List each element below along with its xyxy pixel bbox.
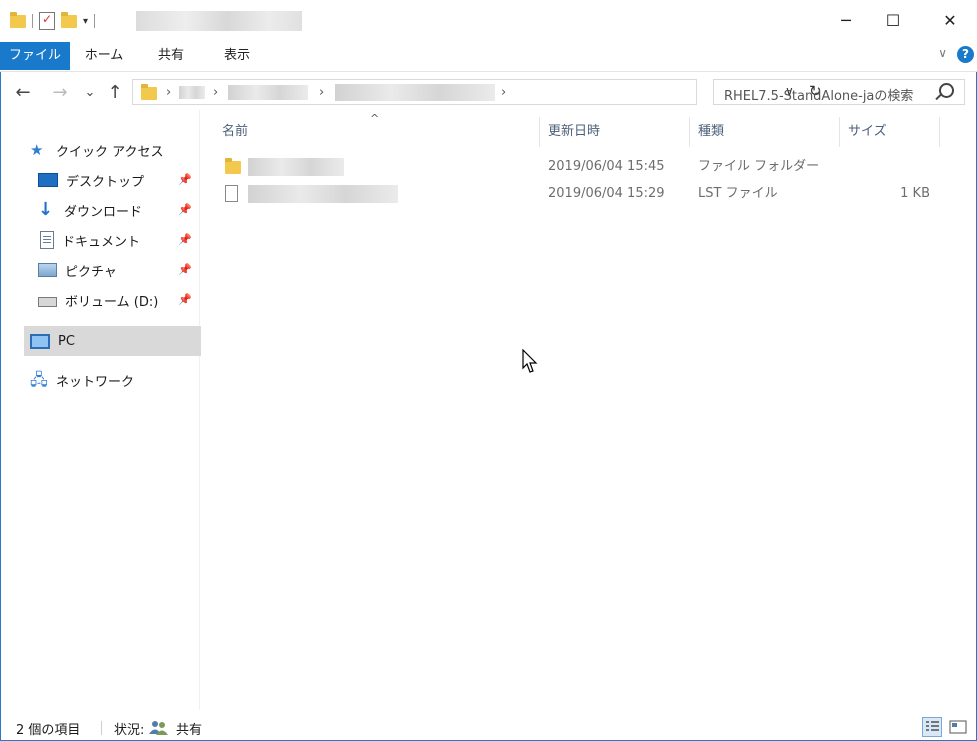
sidebar-item-label: PC [58,333,75,349]
file-size [848,154,930,180]
file-type: LST ファイル [698,186,778,201]
file-size: 1 KB [900,186,930,201]
properties-icon[interactable] [39,12,55,30]
sidebar-item-label: ピクチャ [65,264,117,280]
pin-icon[interactable]: 📌 [178,263,192,276]
column-divider[interactable] [939,117,940,147]
file-type: ファイル フォルダー [698,159,820,174]
table-row[interactable]: 2019/06/04 15:29 LST ファイル 1 KB [222,181,942,207]
details-view-icon[interactable] [922,717,942,737]
file-date: 2019/06/04 15:29 [548,186,665,201]
sidebar-item-volume-d[interactable]: ボリューム (D:) [38,287,158,313]
pin-icon[interactable]: 📌 [178,293,192,306]
sidebar-item-label: ダウンロード [64,204,143,220]
breadcrumb-redacted[interactable] [335,84,495,101]
sidebar-item-label: ボリューム (D:) [65,294,159,310]
close-button[interactable]: ✕ [927,0,973,40]
breadcrumb-chevron[interactable]: › [501,85,506,100]
tab-share[interactable]: 共有 [146,42,196,70]
column-header-date[interactable]: 更新日時 [548,117,600,147]
status-bar: 2 個の項目 状況: 共有 [0,714,977,741]
pc-icon [30,333,50,349]
status-label: 状況: [114,723,145,738]
search-input[interactable]: RHEL7.5-StandAlone-jaの検索 [724,85,913,104]
folder-icon[interactable] [10,11,26,28]
breadcrumb-chevron[interactable]: › [166,85,171,100]
sidebar-item-label: ネットワーク [56,374,135,390]
qat-divider [32,14,33,28]
tab-home[interactable]: ホーム [78,42,130,70]
sidebar-item-pictures[interactable]: ピクチャ [38,257,117,283]
star-icon: ★ [30,141,44,159]
back-button[interactable]: ← [12,80,34,106]
window-title-redacted [136,11,302,31]
new-folder-icon[interactable] [61,11,77,28]
search-box[interactable]: RHEL7.5-StandAlone-jaの検索 [713,79,965,105]
recent-locations-button[interactable]: ⌄ [83,80,97,106]
item-count: 2 個の項目 [16,723,81,738]
qat-divider [94,14,96,28]
column-header-size[interactable]: サイズ [848,117,887,147]
minimize-button[interactable]: ─ [823,0,869,40]
sidebar-item-desktop[interactable]: デスクトップ [38,167,144,193]
column-divider[interactable] [539,117,540,147]
download-icon: ↓ [38,199,54,220]
status-value: 共有 [176,723,203,738]
quick-access-toolbar: ▾ [10,10,96,32]
folder-icon [225,158,241,174]
breadcrumb-redacted[interactable] [179,86,205,99]
drive-icon [38,297,57,307]
folder-icon [141,84,157,100]
sidebar-item-quick-access[interactable]: ★ クイック アクセス [30,137,163,163]
column-divider[interactable] [839,117,840,147]
file-name-redacted [248,158,344,176]
file-name-redacted [248,185,398,203]
sidebar-item-label: ドキュメント [62,234,141,250]
network-icon: 🖧 [30,370,48,389]
pin-icon[interactable]: 📌 [178,233,192,246]
customize-qat-button[interactable]: ▾ [83,16,88,27]
title-bar: ▾ ─ ☐ ✕ [0,0,977,40]
column-header-name[interactable]: 名前 [222,117,248,147]
navigation-pane: ★ クイック アクセス デスクトップ 📌 ↓ ダウンロード 📌 ドキュメント 📌… [0,110,201,710]
address-bar[interactable]: › › › › ∨ ↻ [132,79,822,105]
column-divider[interactable] [689,117,690,147]
expand-ribbon-icon[interactable]: ∨ [938,46,947,60]
help-icon[interactable]: ? [957,46,974,63]
up-button[interactable]: ↑ [104,80,126,106]
pin-icon[interactable]: 📌 [178,173,192,186]
sidebar-item-pc[interactable]: PC [24,326,201,356]
tab-view[interactable]: 表示 [212,42,262,70]
file-icon [225,185,238,202]
table-row[interactable]: 2019/06/04 15:45 ファイル フォルダー [222,154,942,180]
mouse-cursor-icon [522,349,538,373]
sidebar-item-downloads[interactable]: ↓ ダウンロード [38,197,142,223]
sidebar-item-label: デスクトップ [66,174,145,190]
breadcrumb-redacted[interactable] [228,85,308,100]
ribbon: ファイル ホーム 共有 表示 ∨ ? [0,40,977,72]
forward-button[interactable]: → [49,80,71,106]
breadcrumb-chevron[interactable]: › [213,85,218,100]
file-date: 2019/06/04 15:45 [548,159,665,174]
tab-file[interactable]: ファイル [0,42,70,70]
desktop-icon [38,173,58,187]
pin-icon[interactable]: 📌 [178,203,192,216]
shared-users-icon [149,721,168,735]
sidebar-item-label: クイック アクセス [56,144,164,160]
documents-icon [40,231,54,249]
pictures-icon [38,263,57,277]
breadcrumb-chevron[interactable]: › [319,85,324,100]
sort-ascending-icon: ^ [370,112,380,125]
sidebar-item-documents[interactable]: ドキュメント [40,227,140,253]
sidebar-item-network[interactable]: 🖧 ネットワーク [30,367,134,393]
maximize-button[interactable]: ☐ [870,0,916,40]
status-divider [101,721,102,735]
large-icons-view-icon[interactable] [948,717,968,737]
column-header-type[interactable]: 種類 [698,117,724,147]
search-icon[interactable] [939,83,954,98]
